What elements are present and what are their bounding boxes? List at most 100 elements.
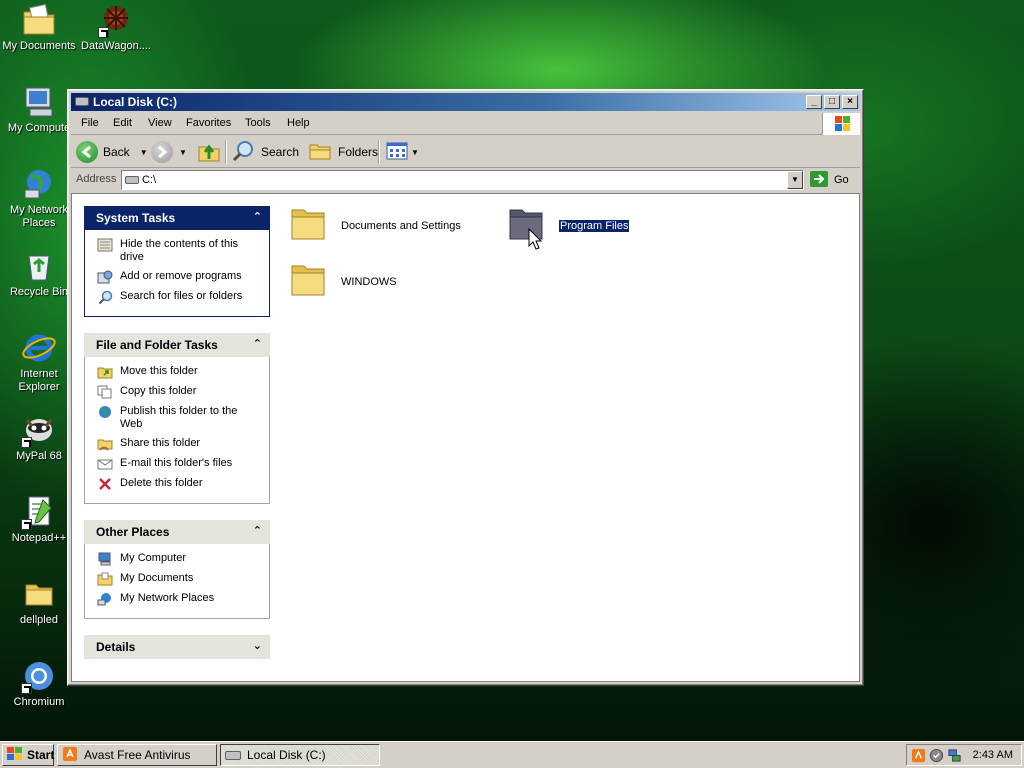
desktop-icon-chromium[interactable]: Chromium — [1, 658, 77, 709]
place-my-computer[interactable]: My Computer — [97, 552, 261, 566]
chromium-icon — [21, 658, 57, 694]
folder-item[interactable]: WINDOWS — [289, 260, 397, 303]
task-copy-folder[interactable]: Copy this folder — [97, 385, 261, 399]
desktop-icon-label: My Documents — [2, 40, 76, 52]
desktop-icon-label: My Network Places — [9, 204, 69, 229]
place-my-network-places[interactable]: My Network Places — [97, 592, 261, 606]
back-arrow-icon — [76, 141, 98, 163]
task-label: Hide the contents of this drive — [120, 238, 239, 263]
collapse-icon[interactable]: ⌃ — [253, 524, 262, 537]
computer-icon — [21, 84, 57, 120]
window-title: Local Disk (C:) — [93, 95, 178, 109]
computer-icon — [97, 552, 113, 566]
folder-item-selected[interactable]: Program Files — [507, 204, 631, 247]
desktop-icon-datawagon[interactable]: DataWagon.... — [78, 2, 154, 53]
other-places-header[interactable]: Other Places ⌃ — [84, 520, 270, 544]
taskbar-button-avast[interactable]: Avast Free Antivirus — [57, 744, 217, 766]
views-icon — [386, 141, 408, 164]
delete-icon — [97, 477, 113, 491]
chevron-down-icon[interactable]: ▼ — [411, 148, 419, 157]
folders-button[interactable]: Folders — [308, 140, 378, 164]
clock[interactable]: 2:43 AM — [973, 749, 1013, 761]
search-label: Search — [261, 145, 300, 159]
start-button[interactable]: Start — [2, 744, 54, 766]
folder-item[interactable]: Documents and Settings — [289, 204, 461, 247]
my-documents-icon — [97, 572, 113, 586]
up-folder-button[interactable] — [197, 140, 221, 164]
back-button[interactable]: Back ▼ — [76, 140, 148, 164]
maximize-button[interactable]: □ — [824, 95, 840, 109]
place-my-documents[interactable]: My Documents — [97, 572, 261, 586]
task-delete-folder[interactable]: Delete this folder — [97, 477, 261, 491]
desktop-icon-my-documents[interactable]: My Documents — [1, 2, 77, 53]
mypal-icon — [21, 412, 57, 448]
task-label: Move this folder — [120, 365, 198, 377]
task-label: Publish this folder to the Web — [120, 405, 238, 430]
task-add-remove-programs[interactable]: Add or remove programs — [97, 270, 261, 284]
desktop-icon-mypal[interactable]: MyPal 68 — [1, 412, 77, 463]
chevron-down-icon[interactable]: ▼ — [179, 148, 187, 157]
system-tasks-header[interactable]: System Tasks ⌃ — [84, 206, 270, 230]
drive-icon — [75, 97, 89, 106]
address-input[interactable]: C:\ ▼ — [121, 170, 804, 190]
menu-file[interactable]: File — [81, 117, 99, 129]
network-tray-icon[interactable] — [947, 748, 962, 766]
desktop-icon-my-computer[interactable]: My Compute — [1, 84, 77, 135]
title-bar[interactable]: Local Disk (C:) _ □ × — [71, 93, 860, 111]
file-folder-tasks-header[interactable]: File and Folder Tasks ⌃ — [84, 333, 270, 357]
content-area[interactable]: System Tasks ⌃ Hide the contents of this… — [71, 193, 860, 682]
folders-icon — [308, 139, 332, 166]
desktop-icon-my-network-places[interactable]: My Network Places — [1, 166, 77, 230]
menu-view[interactable]: View — [148, 117, 172, 129]
task-share-folder[interactable]: Share this folder — [97, 437, 261, 451]
go-button[interactable]: Go — [809, 170, 849, 190]
copy-folder-icon — [97, 385, 113, 399]
desktop-icon-label: Notepad++ — [11, 532, 67, 544]
desktop-icon-internet-explorer[interactable]: Internet Explorer — [1, 330, 77, 394]
task-email-files[interactable]: E-mail this folder's files — [97, 457, 261, 471]
expand-icon[interactable]: ⌄ — [253, 639, 262, 652]
taskbar-button-local-disk[interactable]: Local Disk (C:) — [220, 744, 380, 766]
recycle-bin-icon — [21, 248, 57, 284]
explorer-window[interactable]: Local Disk (C:) _ □ × File Edit View Fav… — [67, 89, 864, 686]
task-move-folder[interactable]: Move this folder — [97, 365, 261, 379]
minimize-button[interactable]: _ — [806, 95, 822, 109]
task-search-files[interactable]: Search for files or folders — [97, 290, 261, 304]
taskbar-button-label: Avast Free Antivirus — [84, 748, 191, 762]
move-folder-icon — [97, 365, 113, 379]
menu-favorites[interactable]: Favorites — [186, 117, 231, 129]
avast-tray-icon[interactable] — [911, 748, 926, 766]
task-label: Delete this folder — [120, 477, 203, 489]
task-hide-drive-contents[interactable]: Hide the contents of this drive — [97, 238, 261, 264]
folder-label: Documents and Settings — [341, 219, 461, 232]
windows-logo-icon — [6, 746, 24, 765]
menu-tools[interactable]: Tools — [245, 117, 271, 129]
place-label: My Computer — [120, 552, 187, 564]
menu-help[interactable]: Help — [287, 117, 310, 129]
details-panel: Details ⌄ — [84, 635, 270, 659]
desktop-icon-recycle-bin[interactable]: Recycle Bin — [1, 248, 77, 299]
drive-icon — [225, 750, 241, 760]
collapse-icon[interactable]: ⌃ — [253, 210, 262, 223]
forward-button[interactable]: ▼ — [151, 140, 187, 164]
share-folder-icon — [97, 437, 113, 451]
desktop-icon-dellpled[interactable]: dellpled — [1, 576, 77, 627]
email-icon — [97, 457, 113, 471]
collapse-icon[interactable]: ⌃ — [253, 337, 262, 350]
chevron-down-icon[interactable]: ▼ — [140, 148, 148, 157]
menu-edit[interactable]: Edit — [113, 117, 132, 129]
forward-arrow-icon — [151, 141, 173, 163]
address-dropdown-button[interactable]: ▼ — [787, 171, 803, 189]
views-button[interactable]: ▼ — [386, 140, 419, 164]
desktop-icon-notepad-plus-plus[interactable]: Notepad++ — [1, 494, 77, 545]
shield-tray-icon[interactable] — [929, 748, 944, 766]
task-label: Copy this folder — [120, 385, 197, 397]
search-button[interactable]: Search — [231, 140, 299, 164]
task-publish-folder[interactable]: Publish this folder to the Web — [97, 405, 261, 431]
toolbar: Back ▼ ▼ Search Folders ▼ — [71, 136, 860, 168]
close-button[interactable]: × — [842, 95, 858, 109]
taskbar-button-label: Local Disk (C:) — [247, 748, 326, 762]
avast-icon — [62, 746, 78, 765]
task-pane: System Tasks ⌃ Hide the contents of this… — [84, 206, 270, 675]
details-header[interactable]: Details ⌄ — [84, 635, 270, 659]
